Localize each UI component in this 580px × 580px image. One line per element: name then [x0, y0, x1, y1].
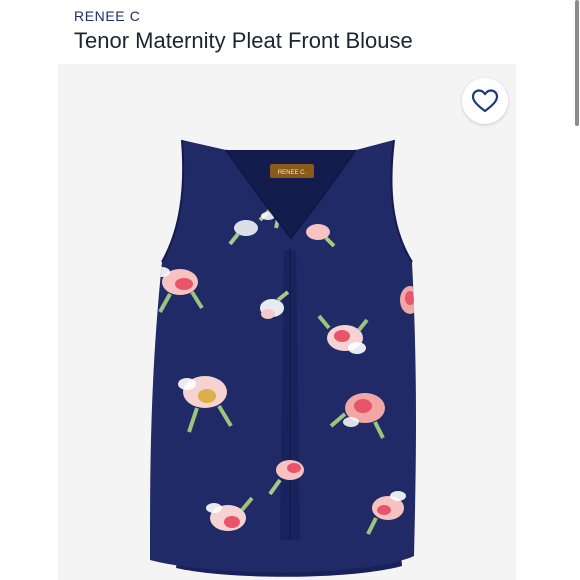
like-button[interactable]	[462, 78, 508, 124]
scrollbar-thumb[interactable]	[575, 0, 579, 126]
heart-icon	[471, 89, 499, 113]
neck-label-text: RENEE C.	[278, 170, 307, 176]
scrollbar[interactable]	[574, 0, 580, 580]
